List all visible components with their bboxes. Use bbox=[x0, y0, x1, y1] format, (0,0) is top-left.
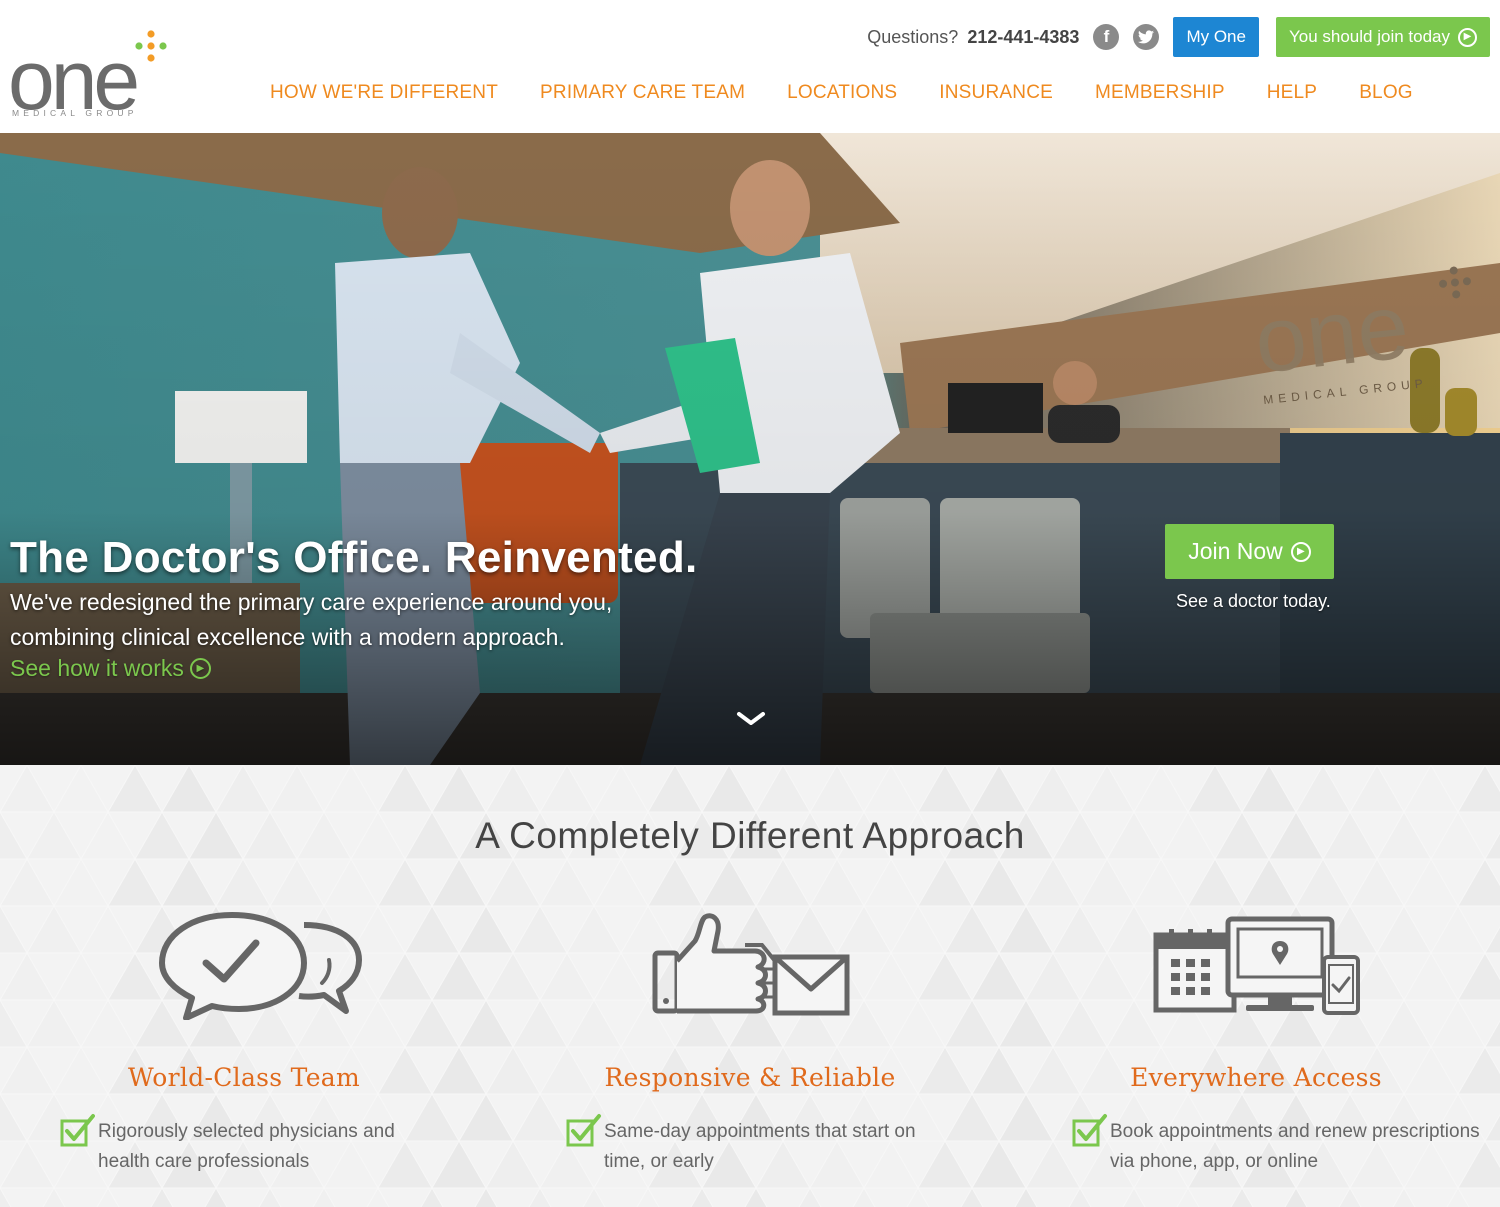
feature-title: World-Class Team bbox=[127, 1063, 361, 1092]
feature-title: Everywhere Access bbox=[1130, 1063, 1382, 1092]
hero-title: The Doctor's Office. Reinvented. bbox=[10, 533, 698, 582]
features-section: A Completely Different Approach World-Cl… bbox=[0, 765, 1500, 1207]
join-now-subtext: See a doctor today. bbox=[1176, 591, 1331, 611]
feature-bullet: Same-day appointments that start on time… bbox=[566, 1114, 946, 1177]
site-header: one MEDICAL GROUP Questions? 212-441-438… bbox=[0, 0, 1500, 133]
chevron-down-icon[interactable] bbox=[736, 709, 766, 729]
hero-description: We've redesigned the primary care experi… bbox=[10, 589, 613, 650]
nav-item-help[interactable]: HELP bbox=[1267, 82, 1317, 104]
checkbox-check-icon bbox=[566, 1114, 601, 1147]
hero-banner: one MEDICAL GROUP The Doctor's Office. R… bbox=[0, 133, 1500, 765]
nav-item-membership[interactable]: MEMBERSHIP bbox=[1095, 82, 1225, 104]
twitter-icon[interactable] bbox=[1133, 24, 1160, 50]
nav-item-how-were-different[interactable]: HOW WE'RE DIFFERENT bbox=[270, 82, 498, 104]
join-today-button[interactable]: You should join today ▶ bbox=[1275, 17, 1490, 57]
one-medical-logo[interactable]: one MEDICAL GROUP bbox=[8, 28, 178, 123]
feature-bullet-text: Same-day appointments that start on time… bbox=[604, 1121, 916, 1172]
speech-bubbles-check-icon bbox=[159, 912, 362, 1020]
phone-number[interactable]: 212-441-4383 bbox=[967, 27, 1079, 47]
feature-bullet: Book appointments and renew prescription… bbox=[1072, 1114, 1492, 1177]
join-now-label: Join Now bbox=[1188, 538, 1283, 564]
feature-title: Responsive & Reliable bbox=[604, 1063, 896, 1092]
features-title: A Completely Different Approach bbox=[475, 815, 1025, 856]
nav-item-blog[interactable]: BLOG bbox=[1359, 82, 1413, 104]
questions-label: Questions? bbox=[867, 26, 959, 47]
nav-item-locations[interactable]: LOCATIONS bbox=[787, 82, 897, 104]
checkbox-check-icon bbox=[60, 1114, 95, 1147]
join-now-button[interactable]: Join Now ▶ bbox=[1165, 524, 1334, 579]
arrow-right-circle-icon: ▶ bbox=[189, 658, 211, 679]
phone-contact: Questions? 212-441-4383 bbox=[867, 27, 1079, 48]
nav-item-primary-care-team[interactable]: PRIMARY CARE TEAM bbox=[540, 82, 745, 104]
feature-bullet: Rigorously selected physicians and healt… bbox=[60, 1114, 440, 1177]
utility-bar: Questions? 212-441-4383 f My One You sho… bbox=[867, 17, 1490, 57]
see-how-it-works-label: See how it works bbox=[10, 655, 184, 681]
calendar-devices-icon bbox=[1153, 916, 1360, 1015]
logo-dots-icon bbox=[135, 30, 167, 62]
hero-photo-reception: one MEDICAL GROUP bbox=[0, 133, 1500, 765]
logo-subtitle: MEDICAL GROUP bbox=[12, 108, 138, 118]
arrow-right-circle-icon: ▶ bbox=[1290, 541, 1311, 562]
feature-bullet-text: Rigorously selected physicians and healt… bbox=[98, 1121, 395, 1172]
arrow-right-circle-icon: ▶ bbox=[1458, 27, 1477, 47]
join-today-label: You should join today bbox=[1288, 27, 1450, 46]
see-how-it-works-link[interactable]: See how it works ▶ bbox=[10, 655, 211, 682]
nav-item-insurance[interactable]: INSURANCE bbox=[939, 82, 1053, 104]
main-navigation: HOW WE'RE DIFFERENT PRIMARY CARE TEAM LO… bbox=[270, 82, 1455, 104]
feature-bullet-text: Book appointments and renew prescription… bbox=[1110, 1121, 1480, 1172]
checkbox-check-icon bbox=[1072, 1114, 1107, 1147]
my-one-button[interactable]: My One bbox=[1173, 17, 1259, 57]
thumbs-up-envelope-icon bbox=[652, 913, 850, 1016]
facebook-icon[interactable]: f bbox=[1093, 24, 1120, 50]
